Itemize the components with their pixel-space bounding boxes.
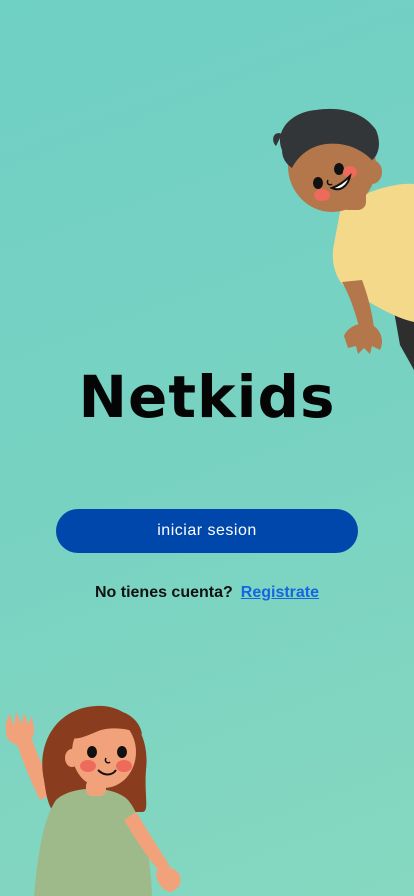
- signup-prompt-row: No tienes cuenta? Registrate: [0, 582, 414, 604]
- decorative-illustrations: [5, 108, 414, 896]
- register-link[interactable]: Registrate: [241, 584, 319, 601]
- signup-prompt-text: No tienes cuenta?: [94, 584, 233, 601]
- login-screen: Netkids iniciar sesion No tienes cuenta?…: [0, 0, 414, 896]
- login-button[interactable]: iniciar sesion: [56, 509, 358, 553]
- app-logo-title: Netkids: [78, 363, 336, 431]
- girl-illustration: [5, 705, 181, 896]
- boy-illustration: [273, 108, 414, 370]
